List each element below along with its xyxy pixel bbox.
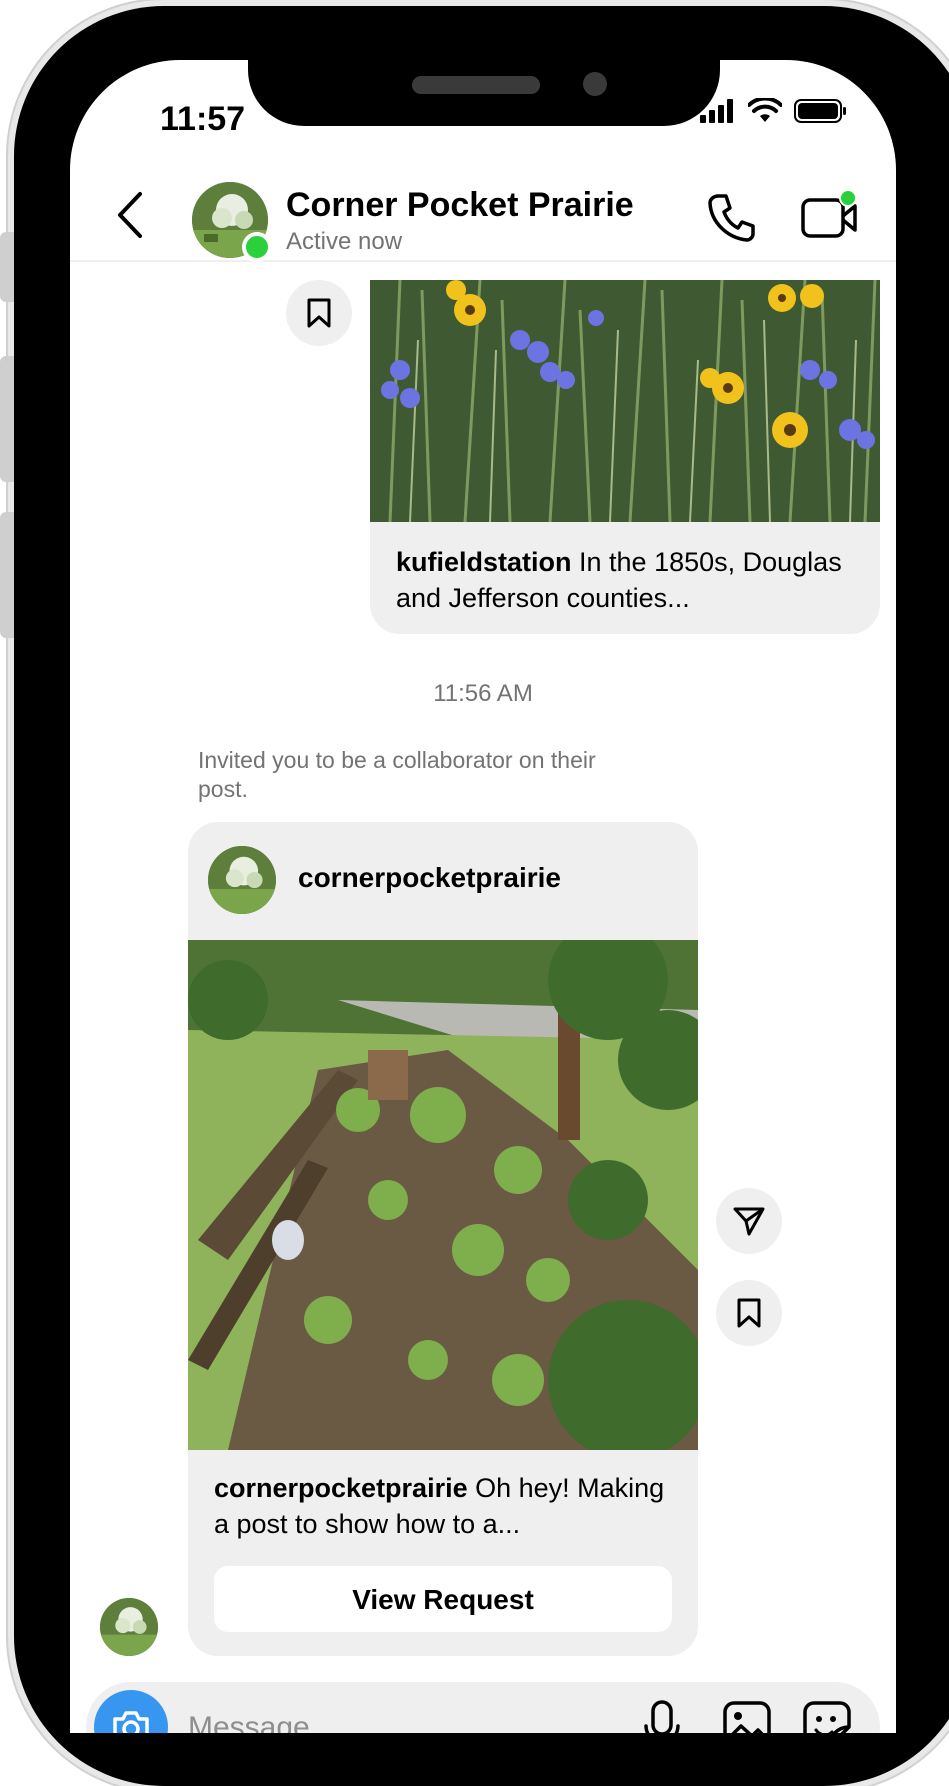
message-composer xyxy=(86,1682,880,1733)
collab-post-card[interactable]: cornerpocketprairie cornerpocketprairie … xyxy=(188,822,698,1656)
save-shared-post-button[interactable] xyxy=(286,280,352,346)
earpiece-speaker xyxy=(412,76,540,94)
collab-post-image[interactable] xyxy=(188,940,698,1450)
save-collab-post-button[interactable] xyxy=(716,1280,782,1346)
contact-name[interactable]: Corner Pocket Prairie xyxy=(286,186,634,225)
message-input[interactable] xyxy=(186,1702,570,1733)
collab-post-caption[interactable]: cornerpocketprairie Oh hey! Making a pos… xyxy=(214,1470,674,1542)
microphone-icon xyxy=(644,1700,680,1733)
camera-button[interactable] xyxy=(94,1690,168,1733)
app-screen: 11:57 Corner Pocket Prairie Active now k… xyxy=(70,60,896,1733)
sender-avatar[interactable] xyxy=(100,1598,158,1656)
garden-avatar-image xyxy=(208,846,276,914)
message-timestamp: 11:56 AM xyxy=(433,680,533,707)
garden-bed-photo xyxy=(188,940,698,1450)
volume-down-button xyxy=(0,512,14,638)
shared-post-username: kufieldstation xyxy=(396,547,572,577)
shared-post-image[interactable] xyxy=(370,280,880,522)
camera-icon xyxy=(113,1711,149,1733)
voice-message-button[interactable] xyxy=(642,1700,682,1733)
share-post-button[interactable] xyxy=(716,1188,782,1254)
shared-post-caption[interactable]: kufieldstation In the 1850s, Douglas and… xyxy=(370,522,880,634)
collaborator-invite-note: Invited you to be a collaborator on thei… xyxy=(198,747,596,802)
battery-icon xyxy=(794,99,846,123)
device-notch xyxy=(248,58,720,126)
post-author-name[interactable]: cornerpocketprairie xyxy=(298,862,561,894)
sticker-icon xyxy=(803,1701,851,1733)
gallery-button[interactable] xyxy=(722,1700,772,1733)
wifi-icon xyxy=(748,98,782,122)
video-call-button[interactable] xyxy=(800,189,858,247)
phone-icon xyxy=(708,194,755,242)
volume-up-button xyxy=(0,356,14,482)
back-button[interactable] xyxy=(110,190,150,240)
call-button[interactable] xyxy=(706,192,756,247)
chat-header: Corner Pocket Prairie Active now xyxy=(70,170,896,262)
bookmark-icon xyxy=(737,1298,761,1328)
paper-plane-icon xyxy=(733,1207,765,1236)
garden-avatar-image xyxy=(100,1598,158,1656)
video-camera-icon xyxy=(801,189,857,238)
sticker-button[interactable] xyxy=(802,1700,852,1733)
chevron-left-icon xyxy=(118,192,142,238)
status-icons xyxy=(700,98,848,124)
front-camera xyxy=(583,72,607,96)
image-icon xyxy=(723,1701,771,1733)
bookmark-icon xyxy=(307,298,331,328)
contact-status: Active now xyxy=(286,228,403,255)
silent-switch xyxy=(0,232,14,302)
wildflower-photo xyxy=(370,280,880,522)
view-request-button[interactable]: View Request xyxy=(214,1566,672,1632)
status-time: 11:57 xyxy=(160,100,246,138)
post-author-avatar[interactable] xyxy=(208,846,276,914)
online-indicator xyxy=(242,232,272,262)
collab-post-caption-user: cornerpocketprairie xyxy=(214,1473,468,1503)
